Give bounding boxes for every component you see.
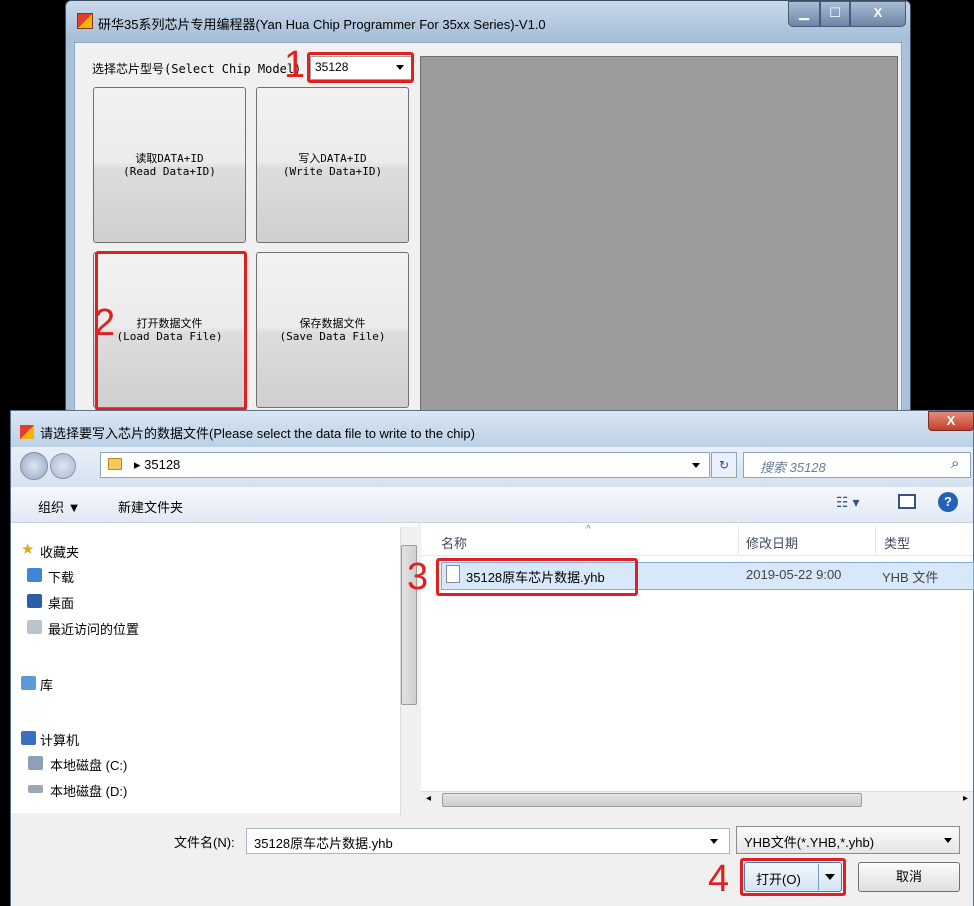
nav-item-drive-d[interactable]: 本地磁盘 (D:) bbox=[50, 781, 127, 800]
address-path[interactable]: ▸ 35128 bbox=[134, 457, 180, 473]
address-history-chevron-icon[interactable] bbox=[692, 463, 700, 468]
nav-item-libraries[interactable]: 库 bbox=[40, 675, 53, 694]
cancel-button[interactable]: 取消 bbox=[858, 862, 960, 892]
save-data-file-button[interactable]: 保存数据文件 (Save Data File) bbox=[256, 252, 409, 408]
read-data-id-button[interactable]: 读取DATA+ID (Read Data+ID) bbox=[93, 87, 246, 243]
read-button-label-en: (Read Data+ID) bbox=[123, 165, 216, 178]
file-type: YHB 文件 bbox=[882, 570, 939, 585]
main-window-title: 研华35系列芯片专用编程器(Yan Hua Chip Programmer Fo… bbox=[98, 17, 546, 32]
header-separator bbox=[421, 555, 973, 556]
dialog-app-icon bbox=[20, 425, 34, 439]
column-header-date[interactable]: 修改日期 bbox=[746, 533, 798, 552]
hscroll-thumb[interactable] bbox=[442, 793, 862, 807]
highlight-box-step3 bbox=[436, 558, 638, 596]
app-icon bbox=[77, 13, 93, 29]
column-header-name[interactable]: 名称 bbox=[441, 533, 467, 552]
filename-value[interactable]: 35128原车芯片数据.yhb bbox=[254, 833, 393, 852]
column-divider bbox=[875, 526, 876, 554]
preview-pane-icon[interactable] bbox=[898, 494, 916, 509]
read-button-label-cn: 读取DATA+ID bbox=[135, 152, 204, 165]
file-type-value: YHB文件(*.YHB,*.yhb) bbox=[744, 835, 875, 850]
address-bar[interactable] bbox=[100, 452, 710, 478]
back-arrow-icon[interactable] bbox=[20, 452, 48, 480]
search-placeholder: 搜索 35128 bbox=[760, 460, 826, 475]
sort-ascending-icon: ^ bbox=[586, 524, 591, 535]
dialog-close-button[interactable]: X bbox=[928, 411, 974, 431]
star-icon: ★ bbox=[21, 541, 35, 558]
dialog-title: 请选择要写入芯片的数据文件(Please select the data fil… bbox=[40, 426, 475, 441]
nav-item-downloads[interactable]: 下载 bbox=[48, 567, 74, 586]
nav-item-desktop[interactable]: 桌面 bbox=[48, 593, 74, 612]
nav-item-computer[interactable]: 计算机 bbox=[40, 730, 79, 749]
new-folder-button[interactable]: 新建文件夹 bbox=[118, 497, 183, 516]
save-button-label-cn: 保存数据文件 bbox=[299, 317, 366, 330]
downloads-icon bbox=[27, 568, 42, 582]
computer-icon bbox=[21, 731, 36, 745]
highlight-box-step4 bbox=[740, 858, 846, 896]
step-number-1: 1 bbox=[284, 44, 306, 86]
organize-menu-button[interactable]: 组织 ▼ bbox=[38, 497, 80, 516]
write-button-label-en: (Write Data+ID) bbox=[282, 165, 383, 178]
file-type-chevron-icon[interactable] bbox=[944, 838, 952, 843]
libraries-icon bbox=[21, 676, 36, 690]
refresh-icon[interactable]: ↻ bbox=[711, 452, 737, 478]
help-icon[interactable]: ? bbox=[938, 492, 958, 512]
nav-item-recent[interactable]: 最近访问的位置 bbox=[48, 619, 139, 638]
write-button-label-cn: 写入DATA+ID bbox=[298, 152, 367, 165]
filename-history-chevron-icon[interactable] bbox=[710, 839, 718, 844]
drive-d-icon bbox=[28, 785, 43, 793]
highlight-box-step1 bbox=[307, 52, 414, 83]
step-number-4: 4 bbox=[708, 858, 730, 900]
desktop-icon bbox=[27, 594, 42, 608]
filename-label: 文件名(N): bbox=[174, 835, 235, 850]
change-view-icon[interactable]: ☷ ▾ bbox=[836, 494, 859, 511]
file-modified-date: 2019-05-22 9:00 bbox=[746, 567, 842, 582]
save-button-label-en: (Save Data File) bbox=[279, 330, 386, 343]
write-data-id-button[interactable]: 写入DATA+ID (Write Data+ID) bbox=[256, 87, 409, 243]
scroll-right-icon[interactable]: ▸ bbox=[963, 793, 968, 804]
highlight-box-step2 bbox=[95, 251, 247, 411]
recent-places-icon bbox=[27, 620, 42, 634]
scroll-left-icon[interactable]: ◂ bbox=[426, 793, 431, 804]
nav-item-favorites[interactable]: 收藏夹 bbox=[40, 542, 79, 561]
maximize-button[interactable]: ☐ bbox=[820, 1, 850, 27]
close-button[interactable]: X bbox=[850, 1, 906, 27]
chip-model-label: 选择芯片型号(Select Chip Model) bbox=[92, 62, 302, 76]
data-display-panel bbox=[420, 56, 898, 422]
nav-item-drive-c[interactable]: 本地磁盘 (C:) bbox=[50, 755, 127, 774]
column-header-type[interactable]: 类型 bbox=[884, 533, 910, 552]
search-icon[interactable]: ⌕ bbox=[951, 455, 959, 472]
forward-arrow-icon[interactable] bbox=[50, 453, 76, 479]
address-folder-name: 35128 bbox=[144, 457, 181, 472]
drive-c-icon bbox=[28, 756, 43, 770]
folder-icon bbox=[108, 458, 122, 470]
step-number-2: 2 bbox=[94, 302, 116, 344]
step-number-3: 3 bbox=[407, 556, 429, 598]
column-divider bbox=[738, 526, 739, 554]
minimize-button[interactable]: ▁ bbox=[788, 1, 820, 27]
